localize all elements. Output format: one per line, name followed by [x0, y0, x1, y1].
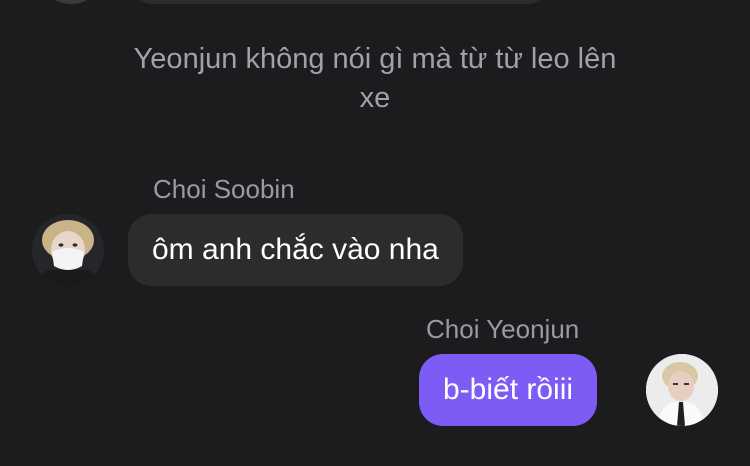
previous-avatar — [36, 0, 106, 4]
sender-name-yeonjun: Choi Yeonjun — [426, 314, 580, 344]
yeonjun-avatar-icon — [646, 354, 718, 426]
narration-text: Yeonjun không nói gì mà từ từ leo lên xe — [133, 43, 617, 114]
yeonjun-avatar[interactable] — [646, 354, 718, 426]
sender-name-soobin: Choi Soobin — [153, 174, 295, 204]
previous-message-bubble — [130, 0, 550, 4]
message-bubble-soobin[interactable]: ôm anh chắc vào nha — [128, 214, 463, 286]
message-bubble-yeonjun[interactable]: b-biết rồiii — [419, 354, 598, 426]
soobin-avatar[interactable] — [32, 214, 104, 286]
soobin-avatar-icon — [32, 214, 104, 286]
